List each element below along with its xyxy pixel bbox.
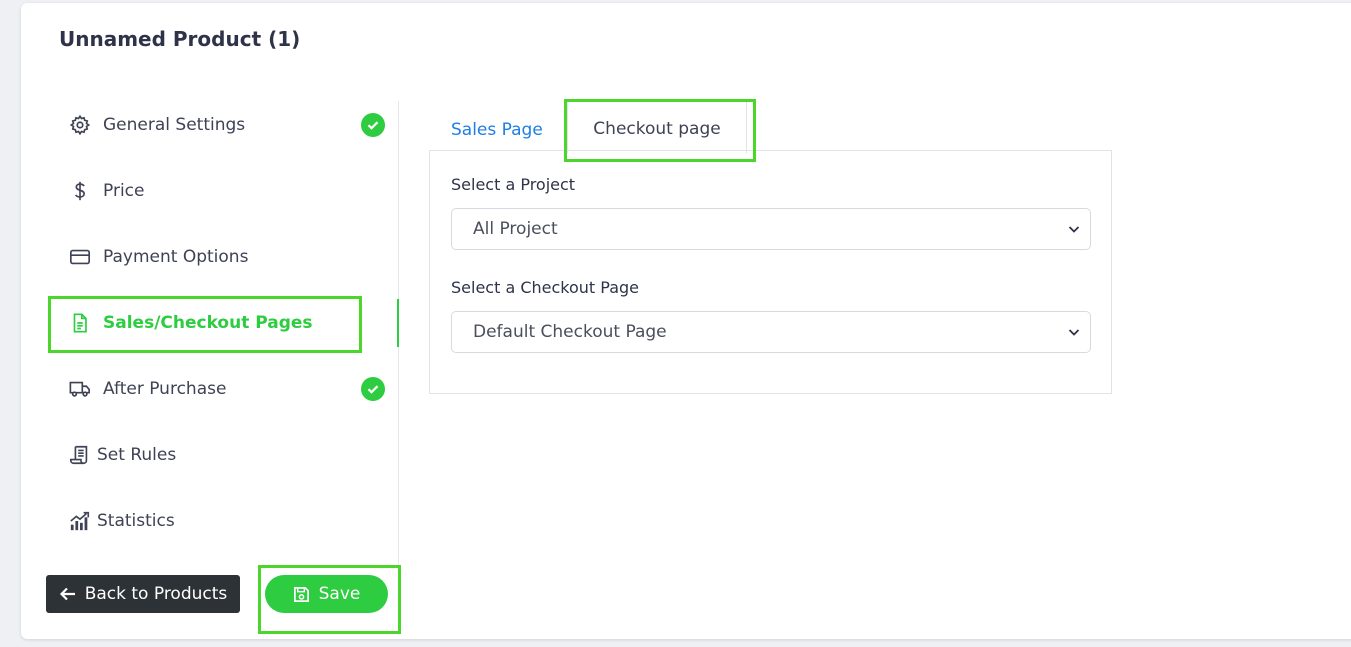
active-item-marker — [397, 299, 399, 347]
checkout-page-panel: Select a Project All Project Select a Ch… — [429, 150, 1112, 394]
document-icon — [69, 312, 95, 334]
back-to-products-button[interactable]: Back to Products — [46, 575, 240, 613]
project-select-value: All Project — [473, 219, 558, 239]
arrow-left-icon — [59, 587, 75, 601]
completed-check-icon — [361, 113, 385, 137]
sidebar-item-set-rules[interactable]: Set Rules — [69, 435, 389, 475]
truck-icon — [69, 378, 95, 400]
chevron-down-icon — [1068, 329, 1080, 336]
project-label: Select a Project — [451, 175, 576, 194]
chevron-down-icon — [1068, 226, 1080, 233]
credit-card-icon — [69, 246, 95, 268]
sidebar-item-price[interactable]: Price — [69, 171, 389, 211]
checkout-page-select[interactable]: Default Checkout Page — [451, 311, 1091, 353]
sidebar-item-label: Sales/Checkout Pages — [103, 313, 313, 333]
tab-sales-page[interactable]: Sales Page — [451, 111, 543, 149]
checkout-page-label: Select a Checkout Page — [451, 278, 640, 297]
sidebar-item-label: Statistics — [97, 511, 175, 531]
save-button-label: Save — [318, 584, 361, 604]
tab-checkout-page[interactable]: Checkout page — [567, 100, 747, 154]
sidebar-item-label: Payment Options — [103, 247, 249, 267]
sidebar-item-after-purchase[interactable]: After Purchase — [69, 369, 389, 409]
product-editor-card: Unnamed Product (1) General Settings Pri… — [21, 3, 1351, 639]
sidebar-item-label: After Purchase — [103, 379, 227, 399]
chart-icon — [69, 510, 91, 532]
sidebar-item-label: Price — [103, 181, 145, 201]
scroll-icon — [69, 444, 91, 466]
sidebar-item-label: Set Rules — [97, 445, 177, 465]
checkout-page-select-value: Default Checkout Page — [473, 322, 667, 342]
page-title: Unnamed Product (1) — [59, 27, 301, 51]
sidebar-item-statistics[interactable]: Statistics — [69, 501, 389, 541]
sidebar-item-sales-checkout-pages[interactable]: Sales/Checkout Pages — [69, 303, 389, 343]
sidebar-item-general-settings[interactable]: General Settings — [69, 105, 389, 145]
floppy-disk-icon — [293, 586, 309, 602]
back-button-label: Back to Products — [84, 584, 228, 604]
completed-check-icon — [361, 377, 385, 401]
dollar-icon — [69, 180, 95, 202]
save-button[interactable]: Save — [265, 575, 388, 613]
sidebar-item-payment-options[interactable]: Payment Options — [69, 237, 389, 277]
sidebar-item-label: General Settings — [103, 115, 246, 135]
gear-icon — [69, 114, 95, 136]
project-select[interactable]: All Project — [451, 208, 1091, 250]
